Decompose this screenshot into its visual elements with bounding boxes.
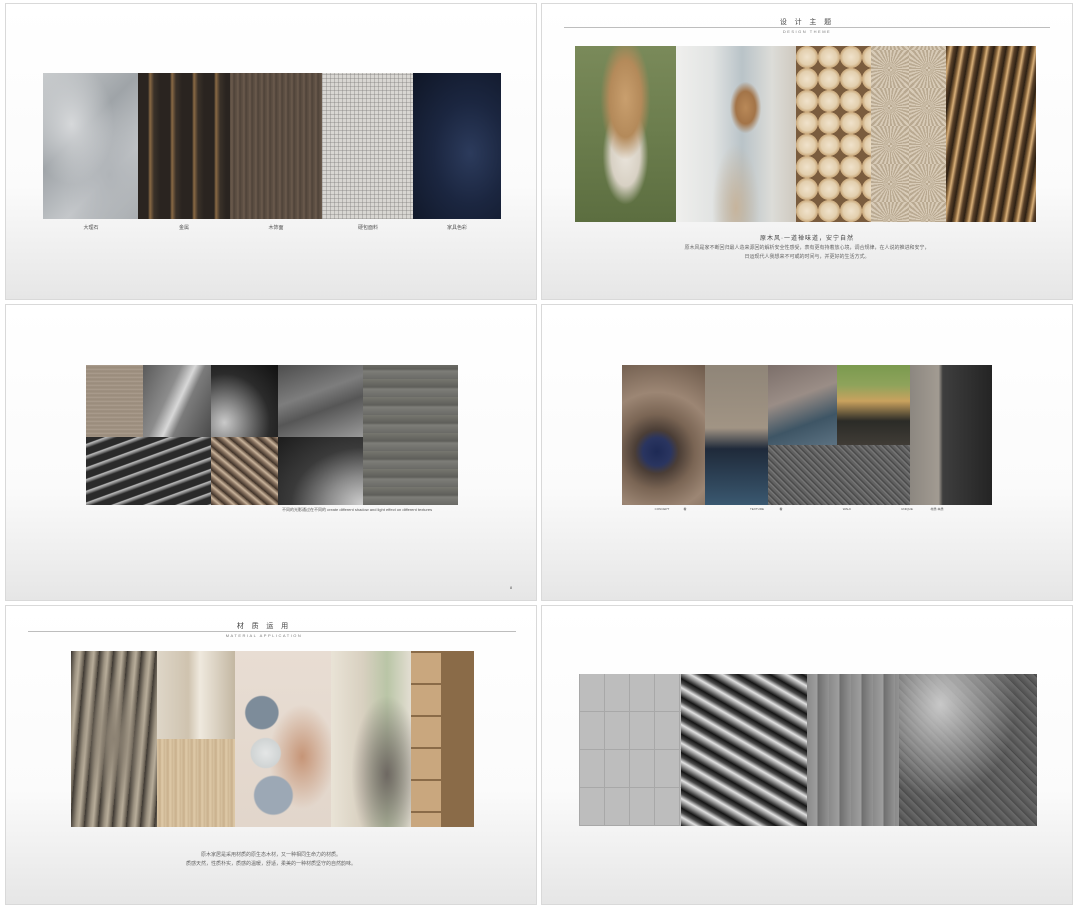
cabinet-image — [157, 651, 235, 739]
title-divider — [564, 27, 1050, 28]
caption-look-1: 看 — [683, 507, 687, 511]
caption-furniture-color: 家具色彩 — [446, 225, 467, 231]
application-line-1: 原木家居是采用材质的原生态木材，又一种相同生命力的材质。 — [200, 853, 341, 858]
caption-unique: UNIQUE — [901, 507, 913, 511]
theme-lead: 原木风·一道禅味道，安宁自然 — [760, 236, 854, 242]
wood-cube-image — [278, 365, 363, 437]
gold-curves-image — [946, 46, 1036, 222]
metal-image — [138, 73, 230, 219]
caption-look-2: 看 — [779, 507, 783, 511]
paper-umbrellas-image — [871, 46, 946, 222]
rammed-earth-image — [86, 365, 143, 437]
slide-subtitle: MATERIAL APPLICATION — [225, 633, 303, 638]
interior-room-image — [676, 46, 796, 222]
curtain-window-image — [331, 651, 411, 827]
caption-material-essence: 材质·本质 — [930, 507, 944, 511]
slide-title: 材 质 运 用 — [236, 622, 292, 630]
slide-water-stone[interactable]: CONCEPT 看 TEXTURE 看 WALK UNIQUE 材质·本质 — [541, 304, 1073, 601]
caption-walk: WALK — [842, 507, 852, 511]
application-line-2: 质感天然，性质朴实，质感的温暖，舒适，柔美的一种材质坚守的自然韵味。 — [185, 862, 356, 867]
marble-mosaic-image — [681, 674, 807, 826]
wood-veneer-image — [230, 73, 322, 219]
slide-grid: 大理石 金属 木饰面 硬包面料 家具色彩 设 计 主 题 DESIGN THEM… — [0, 0, 1080, 908]
slide-title: 设 计 主 题 — [779, 18, 835, 26]
texture-caption-cn: 不同的光影通过在不同的 — [282, 507, 326, 512]
concrete-light-image — [143, 365, 211, 437]
slide-materials[interactable]: 大理石 金属 木饰面 硬包面料 家具色彩 — [5, 3, 537, 300]
swatch-moodboard-image — [235, 651, 331, 827]
herringbone-floor-image — [899, 674, 1037, 826]
slatted-wood-image — [211, 437, 278, 505]
caption-fabric: 硬包面料 — [357, 225, 378, 231]
slide-material-application[interactable]: 材 质 运 用 MATERIAL APPLICATION 原木家居是采用材质的原… — [5, 605, 537, 905]
title-divider — [28, 631, 516, 632]
caption-texture: TEXTURE — [749, 507, 764, 511]
marble-image — [43, 73, 138, 219]
slide-flooring[interactable] — [541, 605, 1073, 905]
shelving-unit-image — [411, 651, 474, 827]
wood-slices-image — [796, 46, 871, 222]
waterfall-image — [837, 365, 910, 445]
slide-light-texture[interactable]: 不同的光影通过在不同的 create different shadow and … — [5, 304, 537, 601]
furniture-color-image — [413, 73, 501, 219]
caption-wood-veneer: 木饰面 — [268, 225, 284, 231]
theme-line-2: 日运现代人我想来不可或的时间与，并更好的生活方式。 — [744, 255, 870, 260]
well-image — [622, 365, 705, 505]
texture-caption-en: create different shadow and light effect… — [327, 507, 433, 512]
linen-fashion-image — [575, 46, 676, 222]
draped-linen-image — [71, 651, 157, 827]
slide-design-theme[interactable]: 设 计 主 题 DESIGN THEME 原木风·一道禅味道，安宁自然 原木风是… — [541, 3, 1073, 300]
glass-water-image — [768, 365, 837, 445]
caption-concept: CONCEPT — [654, 507, 670, 511]
curved-wall-image — [278, 437, 363, 505]
caption-marble: 大理石 — [83, 225, 99, 231]
striped-shadow-image — [86, 437, 211, 505]
theme-description: 原木风·一道禅味道，安宁自然 原木风是家不断回归最人造来源回的解析安全性感受，表… — [542, 235, 1072, 262]
page-number: 8 — [509, 585, 513, 590]
dark-stone-image — [910, 365, 992, 505]
oak-wood-image — [157, 739, 235, 827]
stone-tiles-image — [579, 674, 681, 826]
grey-wood-planks-image — [807, 674, 899, 826]
caption-metal: 金属 — [178, 225, 189, 231]
board-concrete-image — [363, 365, 458, 505]
fabric-image — [322, 73, 413, 219]
dark-curve-image — [211, 365, 278, 437]
theme-line-1: 原木风是家不断回归最人造来源回的解析安全性感受，表有更有持着放心境，调合规律，在… — [684, 246, 930, 251]
slide-subtitle: DESIGN THEME — [782, 29, 832, 34]
gravel-image — [768, 445, 910, 505]
application-description: 原木家居是采用材质的原生态木材，又一种相同生命力的材质。 质感天然，性质朴实，质… — [6, 851, 536, 869]
stone-steps-water-image — [705, 365, 768, 505]
texture-caption: 不同的光影通过在不同的 create different shadow and … — [282, 507, 432, 513]
